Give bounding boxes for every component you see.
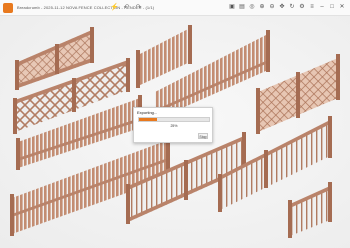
title-bar: Breadcrumb - 2025-11-12 NOVA FENCE COLLE… xyxy=(0,0,350,16)
quick-toolbar: ⚡ ↶ ↷ xyxy=(110,3,143,12)
fit-icon[interactable]: ◎ xyxy=(248,3,256,12)
pan-icon[interactable]: ✥ xyxy=(278,3,286,12)
export-progress-dialog: Exporting... 25% Stop xyxy=(133,107,213,143)
progress-bar-fill xyxy=(139,118,157,121)
progress-bar xyxy=(138,117,210,122)
maximize-icon[interactable]: □ xyxy=(328,3,336,12)
settings-icon[interactable]: ⚙ xyxy=(298,3,306,12)
stop-button[interactable]: Stop xyxy=(198,133,208,139)
redo-icon[interactable]: ↷ xyxy=(134,3,143,12)
close-icon[interactable]: ✕ xyxy=(338,3,346,12)
menu-icon[interactable]: ≡ xyxy=(308,3,316,12)
rotate-icon[interactable]: ↻ xyxy=(288,3,296,12)
image-icon[interactable]: ▤ xyxy=(238,3,246,12)
lightning-icon[interactable]: ⚡ xyxy=(110,3,119,12)
undo-icon[interactable]: ↶ xyxy=(122,3,131,12)
zoom-in-icon[interactable]: ⊕ xyxy=(258,3,266,12)
render-viewport[interactable]: Exporting... 25% Stop xyxy=(0,16,350,248)
minimize-icon[interactable]: – xyxy=(318,3,326,12)
progress-percent-text: 25% xyxy=(170,124,178,128)
dialog-title: Exporting... xyxy=(137,110,158,115)
window-controls: ▣ ▤ ◎ ⊕ ⊖ ✥ ↻ ⚙ ≡ – □ ✕ xyxy=(228,3,346,12)
save-icon[interactable]: ▣ xyxy=(228,3,236,12)
zoom-out-icon[interactable]: ⊖ xyxy=(268,3,276,12)
app-logo-icon xyxy=(3,2,13,13)
fence-spindle-bottomright xyxy=(288,182,332,238)
